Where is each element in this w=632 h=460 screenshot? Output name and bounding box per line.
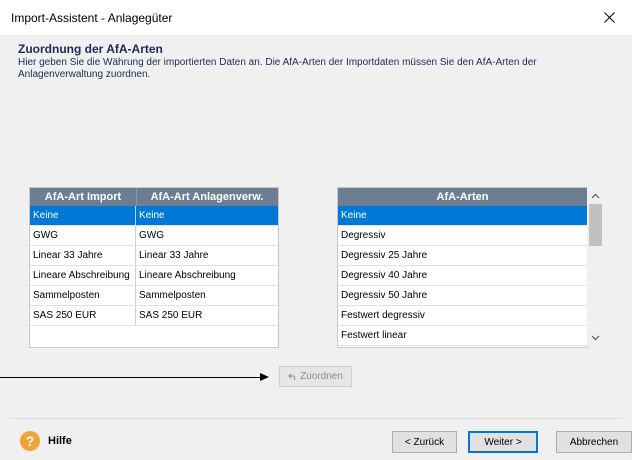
grid-body: Keine Degressiv Degressiv 25 Jahre Degressi… bbox=[338, 206, 587, 346]
cell-afa-anlagenverw[interactable]: Linear 33 Jahre bbox=[136, 246, 276, 265]
grid-body: Keine Keine GWG GWG Linear 33 Jahre Linear 33… bbox=[30, 206, 278, 326]
cell-afa-art: Degressiv 50 Jahre bbox=[341, 290, 428, 301]
title-bar: Import-Assistent - Anlagegüter bbox=[0, 0, 632, 35]
list-item[interactable]: Festwert linear bbox=[338, 326, 587, 346]
pointer-arrow-head bbox=[260, 373, 269, 381]
afa-types-grid: AfA-Arten Keine Degressiv Degressiv 25 Jah… bbox=[337, 187, 588, 348]
cell-afa-art: Keine bbox=[341, 210, 367, 221]
list-item[interactable]: Degressiv bbox=[338, 226, 587, 246]
cancel-button[interactable]: Abbrechen bbox=[556, 431, 632, 453]
column-header-anlagenverw[interactable]: AfA-Art Anlagenverw. bbox=[137, 188, 277, 206]
list-item[interactable]: Degressiv 25 Jahre bbox=[338, 246, 587, 266]
cell-afa-import[interactable]: Linear 33 Jahre bbox=[30, 246, 136, 265]
table-row[interactable]: SAS 250 EUR SAS 250 EUR bbox=[30, 306, 278, 326]
chevron-up-icon bbox=[591, 193, 600, 198]
cell-afa-anlagenverw[interactable]: Lineare Abschreibung bbox=[136, 266, 276, 285]
close-icon bbox=[603, 12, 615, 23]
table-row[interactable]: Linear 33 Jahre Linear 33 Jahre bbox=[30, 246, 278, 266]
footer-divider bbox=[10, 418, 622, 419]
cell-afa-art: Degressiv 25 Jahre bbox=[341, 250, 428, 261]
import-mapping-grid: AfA-Art Import AfA-Art Anlagenverw. Kein… bbox=[29, 187, 279, 348]
cell-afa-anlagenverw[interactable]: GWG bbox=[136, 226, 276, 245]
scrollbar-thumb[interactable] bbox=[589, 204, 602, 246]
list-item[interactable]: Degressiv 40 Jahre bbox=[338, 266, 587, 286]
cell-afa-art: Festwert linear bbox=[341, 330, 407, 341]
pointer-arrow-line bbox=[0, 377, 262, 378]
page-description: Hier geben Sie die Währung der importier… bbox=[18, 57, 537, 80]
cell-afa-anlagenverw[interactable]: SAS 250 EUR bbox=[136, 306, 276, 325]
list-item[interactable]: Degressiv 50 Jahre bbox=[338, 286, 587, 306]
list-item[interactable]: Festwert degressiv bbox=[338, 306, 587, 326]
cell-afa-import[interactable]: SAS 250 EUR bbox=[30, 306, 136, 325]
table-row[interactable]: Keine Keine bbox=[30, 206, 278, 226]
grid-header: AfA-Arten bbox=[338, 188, 587, 206]
import-wizard-window: Import-Assistent - Anlagegüter Zuordnung… bbox=[0, 0, 632, 460]
scroll-up-button[interactable] bbox=[587, 187, 604, 204]
cell-afa-art: Degressiv 40 Jahre bbox=[341, 270, 428, 281]
page-title: Zuordnung der AfA-Arten bbox=[18, 42, 163, 56]
help-link[interactable]: Hilfe bbox=[48, 435, 72, 447]
assign-button[interactable]: Zuordnen bbox=[279, 366, 352, 387]
cell-afa-anlagenverw[interactable]: Keine bbox=[136, 206, 276, 225]
cell-afa-art: Festwert degressiv bbox=[341, 310, 425, 321]
window-title: Import-Assistent - Anlagegüter bbox=[11, 11, 173, 25]
table-row[interactable]: Sammelposten Sammelposten bbox=[30, 286, 278, 306]
assign-button-label: Zuordnen bbox=[300, 371, 343, 382]
list-item[interactable]: Keine bbox=[338, 206, 587, 226]
table-row[interactable]: Lineare Abschreibung Lineare Abschreibung bbox=[30, 266, 278, 286]
back-button[interactable]: < Zurück bbox=[392, 431, 457, 453]
cell-afa-import[interactable]: Sammelposten bbox=[30, 286, 136, 305]
table-row[interactable]: GWG GWG bbox=[30, 226, 278, 246]
scroll-down-button[interactable] bbox=[587, 329, 604, 346]
chevron-down-icon bbox=[591, 335, 600, 340]
cell-afa-art: Degressiv bbox=[341, 230, 386, 241]
cell-afa-import[interactable]: Keine bbox=[30, 206, 136, 225]
cell-afa-anlagenverw[interactable]: Sammelposten bbox=[136, 286, 276, 305]
undo-arrow-icon bbox=[288, 373, 296, 380]
column-header-afa-arten[interactable]: AfA-Arten bbox=[338, 188, 587, 206]
vertical-scrollbar[interactable] bbox=[587, 187, 604, 346]
close-button[interactable] bbox=[586, 0, 632, 35]
column-header-import[interactable]: AfA-Art Import bbox=[30, 188, 137, 206]
next-button[interactable]: Weiter > bbox=[468, 431, 538, 453]
grid-header: AfA-Art Import AfA-Art Anlagenverw. bbox=[30, 188, 278, 206]
wizard-header: Zuordnung der AfA-Arten Hier geben Sie d… bbox=[18, 42, 618, 81]
cell-afa-import[interactable]: GWG bbox=[30, 226, 136, 245]
cell-afa-import[interactable]: Lineare Abschreibung bbox=[30, 266, 136, 285]
question-circle-icon[interactable]: ? bbox=[20, 431, 40, 451]
